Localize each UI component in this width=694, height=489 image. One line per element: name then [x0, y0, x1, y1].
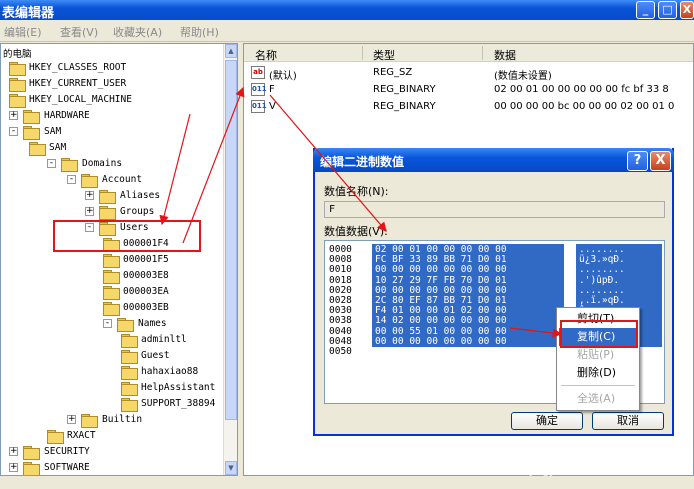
arrow-to-copy [509, 327, 563, 338]
watermark-brand: Bai [530, 440, 570, 465]
watermark-url: jingyan.baidu.com [530, 467, 624, 477]
annotation-arrows [159, 86, 563, 338]
arrow-to-f-value [182, 86, 245, 244]
arrow-to-data-field [269, 94, 387, 232]
arrow-to-users [159, 113, 191, 226]
